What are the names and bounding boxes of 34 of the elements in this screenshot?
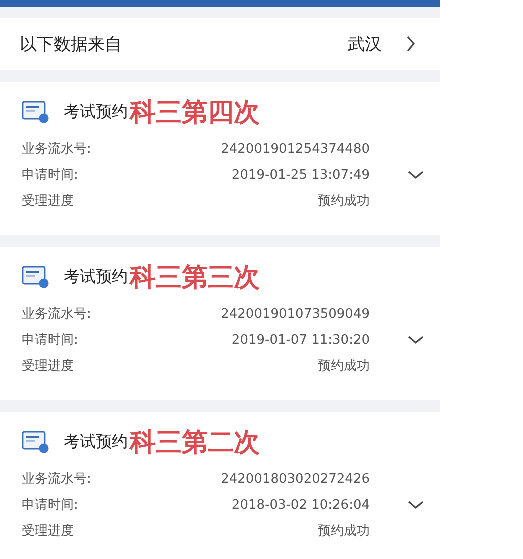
- document-icon: [22, 265, 50, 289]
- chevron-right-icon: [406, 36, 416, 52]
- record-title: 考试预约: [64, 102, 128, 122]
- field-value: 242001901254374480: [221, 142, 370, 156]
- document-icon: [22, 100, 50, 124]
- chevron-down-icon[interactable]: [408, 500, 424, 510]
- annotation-text: 科三第二次: [130, 426, 260, 460]
- field-value: 预约成功: [318, 358, 370, 375]
- field-value: 预约成功: [318, 523, 370, 540]
- annotation-text: 科三第四次: [130, 96, 260, 130]
- field-label: 申请时间:: [22, 167, 78, 184]
- field-value: 2019-01-25 13:07:49: [232, 168, 370, 182]
- chevron-down-icon[interactable]: [408, 335, 424, 345]
- field-value: 242001901073509049: [221, 306, 370, 322]
- field-value: 预约成功: [318, 193, 370, 210]
- annotation-text: 科三第三次: [130, 262, 260, 294]
- field-value: 2019-01-07 11:30:20: [232, 332, 370, 348]
- field-label: 申请时间:: [22, 332, 78, 349]
- city-value: 武汉: [348, 34, 382, 56]
- record-title: 考试预约: [64, 432, 128, 452]
- field-label: 业务流水号:: [22, 306, 92, 323]
- field-value: 2018-03-02 10:26:04: [232, 498, 370, 512]
- field-label: 受理进度: [22, 523, 74, 540]
- field-label: 受理进度: [22, 358, 74, 375]
- source-row[interactable]: 以下数据来自 武汉: [0, 18, 440, 70]
- chevron-down-icon[interactable]: [408, 170, 424, 180]
- field-label: 业务流水号:: [22, 141, 92, 158]
- field-label: 受理进度: [22, 193, 74, 210]
- field-label: 申请时间:: [22, 497, 78, 514]
- record-title: 考试预约: [64, 266, 128, 288]
- source-label: 以下数据来自: [20, 34, 123, 56]
- document-icon: [22, 430, 50, 454]
- field-value: 242001803020272426: [221, 472, 370, 486]
- field-label: 业务流水号:: [22, 471, 92, 488]
